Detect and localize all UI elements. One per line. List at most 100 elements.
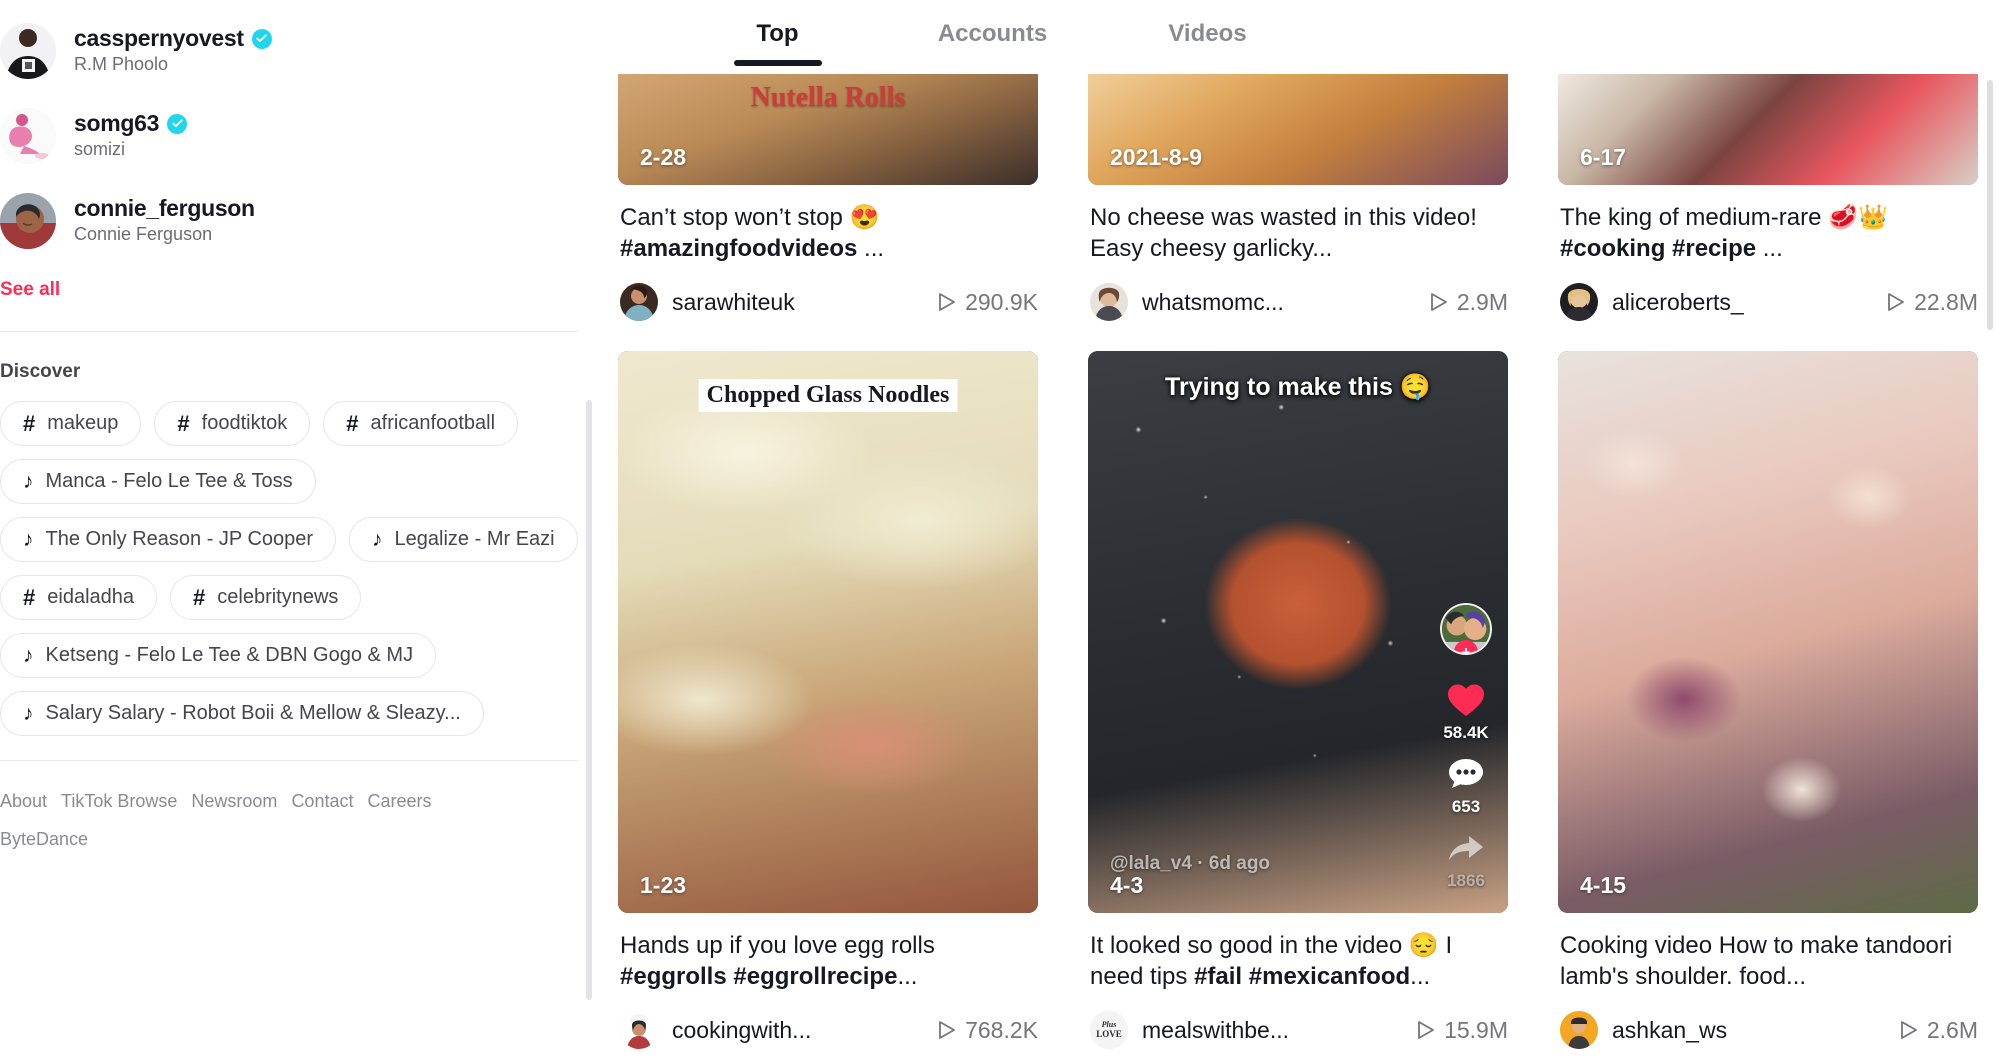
sidebar: casspernyovest R.M Phoolo somg63 somizi … — [0, 0, 600, 1064]
video-meta: whatsmomc... 2.9M — [1088, 267, 1508, 321]
discover-tag-foodtiktok[interactable]: # foodtiktok — [154, 401, 311, 446]
tag-label: Legalize - Mr Eazi — [394, 528, 555, 550]
date-badge: 4-3 — [1110, 872, 1144, 898]
share-count: 1866 — [1447, 871, 1485, 890]
date-badge: 6-17 — [1580, 144, 1627, 170]
suggested-account-connie-ferguson[interactable]: connie_ferguson Connie Ferguson — [0, 178, 578, 263]
comment-action[interactable]: 653 — [1445, 753, 1487, 817]
author-username[interactable]: sarawhiteuk — [672, 289, 924, 316]
thumbnail-overlay-text: Nutella Rolls — [750, 82, 906, 113]
author-avatar[interactable] — [1090, 283, 1128, 321]
author-username[interactable]: aliceroberts_ — [1612, 289, 1873, 316]
footer-link-about[interactable]: About — [0, 783, 47, 821]
suggested-account-somg63[interactable]: somg63 somizi — [0, 93, 578, 178]
author-avatar[interactable]: Plus LOVE — [1090, 1011, 1128, 1049]
discover-tag-eidaladha[interactable]: # eidaladha — [0, 575, 157, 620]
tab-top[interactable]: Top — [670, 20, 885, 66]
caption-tail: ... — [897, 962, 918, 990]
discover-tag-ketseng[interactable]: ♪ Ketseng - Felo Le Tee & DBN Gogo & MJ — [0, 633, 437, 678]
comment-count: 653 — [1451, 797, 1481, 816]
suggested-account-casspernyovest[interactable]: casspernyovest R.M Phoolo — [0, 8, 578, 93]
discover-tag-the-only-reason[interactable]: ♪ The Only Reason - JP Cooper — [0, 517, 337, 562]
tag-label: Ketseng - Felo Le Tee & DBN Gogo & MJ — [45, 644, 414, 666]
video-meta: ashkan_ws 2.6M — [1558, 995, 1978, 1049]
play-icon — [1900, 1021, 1917, 1039]
author-username[interactable]: cookingwith... — [672, 1017, 924, 1044]
discover-tag-legalize[interactable]: ♪ Legalize - Mr Eazi — [349, 517, 578, 562]
tag-label: makeup — [47, 412, 119, 434]
like-count: 58.4K — [1443, 723, 1489, 742]
author-avatar[interactable] — [1560, 283, 1598, 321]
video-thumbnail[interactable]: 2021-8-9 — [1088, 74, 1508, 185]
video-caption: The king of medium-rare 🥩👑 #cooking #rec… — [1558, 185, 1978, 267]
avatar — [0, 22, 56, 79]
video-grid-row-2: Chopped Glass Noodles 1-23 Hands up if y… — [600, 351, 1999, 1049]
play-count-value: 15.9M — [1444, 1016, 1508, 1043]
play-count-value: 22.8M — [1914, 288, 1978, 315]
video-card[interactable]: Chopped Glass Noodles 1-23 Hands up if y… — [618, 351, 1038, 1049]
discover-tag-africanfootball[interactable]: # africanfootball — [323, 401, 519, 446]
like-action[interactable]: 58.4K — [1443, 679, 1489, 743]
hashtag-icon: # — [193, 584, 206, 610]
caption-tail: ... — [1756, 234, 1783, 262]
video-card[interactable]: Nutella Rolls 2-28 Can’t stop won’t stop… — [618, 74, 1038, 321]
discover-tag-salary-salary[interactable]: ♪ Salary Salary - Robot Boii & Mellow & S… — [0, 691, 484, 736]
video-thumbnail[interactable]: Nutella Rolls 2-28 — [618, 74, 1038, 185]
video-caption: Cooking video How to make tandoori lamb'… — [1558, 913, 1978, 995]
author-avatar[interactable] — [620, 1011, 658, 1049]
play-count: 2.9M — [1430, 289, 1508, 316]
author-username[interactable]: whatsmomc... — [1142, 289, 1416, 316]
share-action[interactable]: 1866 — [1445, 827, 1487, 891]
sidebar-footer: About TikTok Browse Newsroom Contact Car… — [0, 761, 560, 859]
avatar — [0, 192, 56, 249]
footer-link-careers[interactable]: Careers — [367, 783, 431, 821]
tag-label: The Only Reason - JP Cooper — [45, 528, 314, 550]
video-card[interactable]: Trying to make this 🤤 + 58.4K 653 1866 @… — [1088, 351, 1508, 1049]
video-thumbnail[interactable]: 6-17 — [1558, 74, 1978, 185]
sidebar-scrollbar[interactable] — [586, 400, 592, 1000]
video-thumbnail[interactable]: Trying to make this 🤤 + 58.4K 653 1866 @… — [1088, 351, 1508, 913]
account-display-name: R.M Phoolo — [74, 53, 169, 74]
see-all-link[interactable]: See all — [0, 263, 60, 301]
discover-tag-celebritynews[interactable]: # celebritynews — [170, 575, 362, 620]
play-count-value: 768.2K — [965, 1016, 1038, 1043]
thumbnail-overlay-text: Trying to make this 🤤 — [1165, 373, 1431, 401]
tiktok-search-page: casspernyovest R.M Phoolo somg63 somizi … — [0, 0, 1999, 1064]
author-avatar[interactable] — [620, 283, 658, 321]
video-thumbnail[interactable]: 4-15 — [1558, 351, 1978, 913]
tab-accounts[interactable]: Accounts — [885, 20, 1100, 66]
video-action-rail: + 58.4K 653 1866 — [1440, 603, 1492, 891]
discover-tag-makeup[interactable]: # makeup — [0, 401, 142, 446]
main-scrollbar[interactable] — [1987, 80, 1993, 330]
discover-tag-manca[interactable]: ♪ Manca - Felo Le Tee & Toss — [0, 459, 316, 504]
tag-label: Manca - Felo Le Tee & Toss — [45, 470, 293, 492]
author-avatar[interactable] — [1560, 1011, 1598, 1049]
video-caption: No cheese was wasted in this video! Easy… — [1088, 185, 1508, 267]
tag-label: africanfootball — [370, 412, 496, 434]
date-badge: 2021-8-9 — [1110, 144, 1203, 170]
author-username[interactable]: ashkan_ws — [1612, 1017, 1886, 1044]
footer-link-contact[interactable]: Contact — [291, 783, 353, 821]
video-caption: It looked so good in the video 😔 I need … — [1088, 913, 1508, 995]
music-note-icon: ♪ — [23, 644, 34, 667]
play-count-value: 290.9K — [965, 288, 1038, 315]
tag-label: Salary Salary - Robot Boii & Mellow & Sl… — [45, 702, 461, 724]
tab-videos[interactable]: Videos — [1100, 20, 1315, 66]
author-username[interactable]: mealswithbe... — [1142, 1017, 1403, 1044]
video-thumbnail[interactable]: Chopped Glass Noodles 1-23 — [618, 351, 1038, 913]
footer-link-newsroom[interactable]: Newsroom — [191, 783, 277, 821]
video-card[interactable]: 2021-8-9 No cheese was wasted in this vi… — [1088, 74, 1508, 321]
account-username: connie_ferguson — [74, 195, 255, 222]
footer-link-tiktok-browse[interactable]: TikTok Browse — [61, 783, 177, 821]
video-card[interactable]: 6-17 The king of medium-rare 🥩👑 #cooking… — [1558, 74, 1978, 321]
account-username: casspernyovest — [74, 25, 244, 52]
video-meta: Plus LOVE mealswithbe... 15.9M — [1088, 995, 1508, 1049]
footer-links-row-2: ByteDance — [0, 821, 560, 859]
play-count: 15.9M — [1417, 1017, 1508, 1044]
music-note-icon: ♪ — [23, 470, 34, 493]
caption-plain: Hands up if you love egg rolls — [620, 932, 935, 959]
caption-hashtags: #fail #mexicanfood — [1194, 962, 1411, 990]
footer-link-bytedance[interactable]: ByteDance — [0, 821, 88, 859]
rail-author-avatar[interactable]: + — [1440, 603, 1492, 655]
video-card[interactable]: 4-15 Cooking video How to make tandoori … — [1558, 351, 1978, 1049]
